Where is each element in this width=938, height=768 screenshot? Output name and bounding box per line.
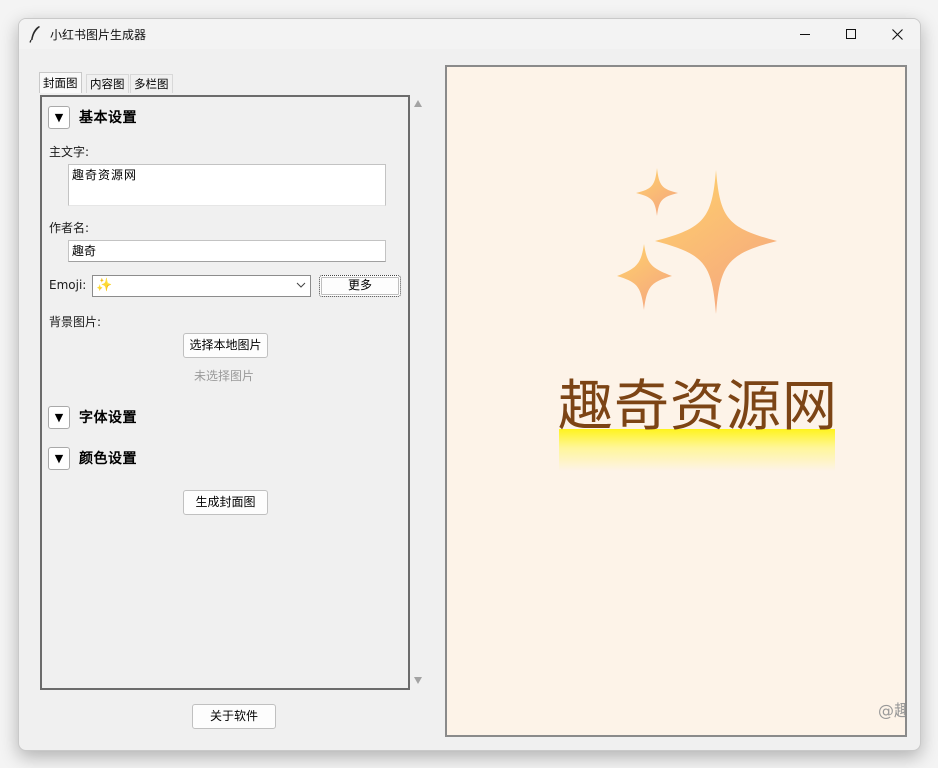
more-emoji-button[interactable]: 更多	[319, 275, 401, 297]
tab-cover[interactable]: 封面图	[39, 72, 82, 93]
panel-scrollbar[interactable]	[411, 95, 426, 690]
generate-cover-button[interactable]: 生成封面图	[183, 490, 268, 515]
emoji-select-value: ✨	[96, 278, 113, 293]
feather-icon	[29, 26, 40, 43]
scroll-down-arrow-icon[interactable]	[414, 677, 422, 684]
no-image-hint: 未选择图片	[194, 369, 255, 383]
minimize-icon	[800, 34, 810, 35]
choose-image-button[interactable]: 选择本地图片	[183, 333, 268, 358]
minimize-button[interactable]	[782, 19, 828, 49]
author-label: 作者名:	[49, 221, 90, 235]
color-settings-title: 颜色设置	[79, 451, 137, 467]
close-button[interactable]	[874, 19, 920, 49]
author-field[interactable]: 趣奇	[68, 240, 386, 262]
author-watermark: @趣	[878, 701, 907, 720]
cover-preview: 趣奇资源网 @趣	[445, 65, 907, 737]
font-settings-title: 字体设置	[79, 410, 137, 426]
scroll-up-arrow-icon[interactable]	[414, 100, 422, 107]
tab-content[interactable]: 内容图	[86, 74, 129, 93]
emoji-select[interactable]: ✨	[92, 275, 311, 297]
font-settings-toggle[interactable]: ▼	[48, 406, 70, 429]
window-title: 小红书图片生成器	[50, 28, 147, 42]
about-button[interactable]: 关于软件	[192, 704, 276, 729]
cover-title: 趣奇资源网	[558, 374, 839, 438]
maximize-icon	[846, 29, 856, 39]
settings-panel: ▼ 基本设置 主文字: 趣奇资源网 作者名: 趣奇 Emoji: ✨ 更多 背景…	[40, 95, 410, 690]
sparkles-icon	[617, 168, 777, 314]
maximize-button[interactable]	[828, 19, 874, 49]
basic-settings-title: 基本设置	[79, 110, 137, 126]
background-image-label: 背景图片:	[49, 315, 102, 329]
basic-settings-toggle[interactable]: ▼	[48, 106, 70, 129]
tab-multi-column[interactable]: 多栏图	[130, 74, 173, 93]
main-text-label: 主文字:	[49, 145, 90, 159]
title-bar[interactable]: 小红书图片生成器	[19, 19, 920, 49]
close-icon	[891, 28, 903, 40]
main-text-field[interactable]: 趣奇资源网	[68, 164, 386, 206]
color-settings-toggle[interactable]: ▼	[48, 447, 70, 470]
app-window: 小红书图片生成器 封面图 内容图 多栏图 ▼ 基本设置 主文字: 趣奇资源网 作…	[18, 18, 921, 751]
emoji-label: Emoji:	[49, 278, 87, 292]
chevron-down-icon	[296, 282, 306, 288]
